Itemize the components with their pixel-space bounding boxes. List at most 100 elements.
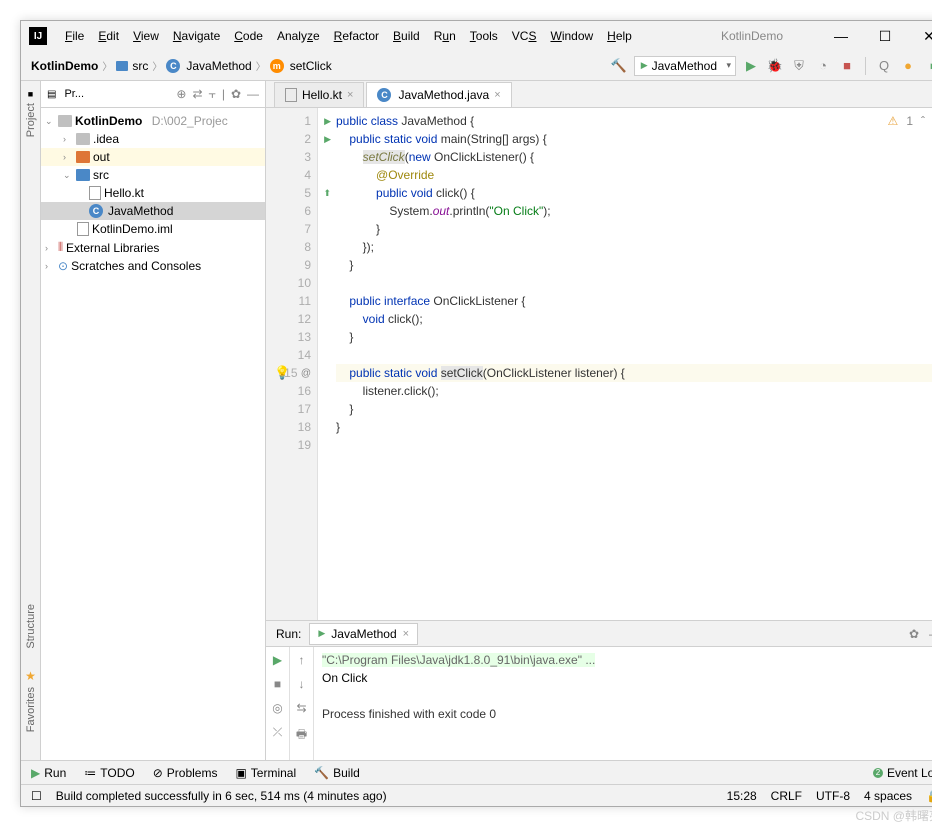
tab-terminal[interactable]: ▣Terminal <box>235 766 296 780</box>
code-editor[interactable]: public class JavaMethod { public static … <box>318 108 932 620</box>
menu-code[interactable]: Code <box>228 26 269 46</box>
run-config-label: JavaMethod <box>652 59 717 73</box>
tree-external[interactable]: ›⫴External Libraries <box>41 238 265 257</box>
tree-javamethod[interactable]: CJavaMethod <box>41 202 265 220</box>
close-icon[interactable]: × <box>347 89 353 101</box>
coverage-button[interactable]: ⛨ <box>790 57 808 75</box>
status-indent[interactable]: 4 spaces <box>864 789 912 803</box>
tab-run[interactable]: ▶Run <box>31 766 66 780</box>
collapse-icon[interactable]: ⫟ <box>209 87 216 102</box>
sync-icon[interactable]: ● <box>899 57 917 75</box>
tab-hello[interactable]: Hello.kt× <box>274 82 364 107</box>
tree-src[interactable]: ⌄src <box>41 166 265 184</box>
rail-structure[interactable]: Structure <box>25 604 37 649</box>
tree-root[interactable]: ⌄KotlinDemo D:\002_Projec <box>41 112 265 130</box>
app-icon: IJ <box>29 27 47 45</box>
tab-problems[interactable]: ⊘Problems <box>153 766 218 780</box>
bc-folder[interactable]: src <box>132 59 148 73</box>
bc-project[interactable]: KotlinDemo <box>31 59 98 73</box>
stop-button[interactable]: ■ <box>838 57 856 75</box>
menu-tools[interactable]: Tools <box>464 26 504 46</box>
run-gutter-icon[interactable]: ▶ <box>324 134 331 145</box>
watermark: CSDN @韩曙亮 <box>855 807 932 824</box>
run-config-dropdown[interactable]: ▶ JavaMethod <box>634 56 736 76</box>
override-icon[interactable]: ⬆ <box>323 188 331 199</box>
stop-button[interactable]: ■ <box>274 677 281 691</box>
wrap-icon[interactable]: ⇆ <box>296 701 306 715</box>
menu-build[interactable]: Build <box>387 26 426 46</box>
menu-navigate[interactable]: Navigate <box>167 26 226 46</box>
class-icon: C <box>166 59 180 73</box>
menu-vcs[interactable]: VCS <box>506 26 543 46</box>
project-tree: ⌄KotlinDemo D:\002_Projec ›.idea ›out ⌄s… <box>41 108 265 760</box>
tab-eventlog[interactable]: 2Event Log <box>873 766 932 780</box>
bottom-tool-tabs: ▶Run ≔TODO ⊘Problems ▣Terminal 🔨Build 2E… <box>21 760 932 784</box>
left-tool-rail: ■Project Structure ★Favorites <box>21 81 41 760</box>
tree-out[interactable]: ›out <box>41 148 265 166</box>
rerun-button[interactable]: ▶ <box>273 653 282 667</box>
console-output[interactable]: "C:\Program Files\Java\jdk1.8.0_91\bin\j… <box>314 647 932 760</box>
status-time: 15:28 <box>727 789 757 803</box>
hide-icon[interactable]: — <box>247 87 259 102</box>
menu-window[interactable]: Window <box>544 26 599 46</box>
maximize-button[interactable]: ☐ <box>871 26 899 46</box>
bc-method[interactable]: setClick <box>290 59 332 73</box>
chevron-up-icon[interactable]: ˆ <box>921 114 925 128</box>
menu-analyze[interactable]: Analyze <box>271 26 326 46</box>
rail-favorites[interactable]: ★Favorites <box>25 669 37 732</box>
lock-icon[interactable]: 🔒 <box>926 789 932 803</box>
nav-toolbar: KotlinDemo 〉 src 〉 C JavaMethod 〉 m setC… <box>21 51 932 81</box>
main-menu: File Edit View Navigate Code Analyze Ref… <box>59 26 638 46</box>
expand-icon[interactable]: ⇄ <box>192 87 202 102</box>
settings-icon[interactable]: ✿ <box>231 87 241 102</box>
tab-build[interactable]: 🔨Build <box>314 766 360 780</box>
gear-icon[interactable]: ✿ <box>909 627 919 641</box>
class-icon: C <box>89 204 103 218</box>
window-title: KotlinDemo <box>721 29 813 43</box>
dump-button[interactable]: ◎ <box>272 701 282 715</box>
status-line-ending[interactable]: CRLF <box>771 789 802 803</box>
gutter: 1▶ 2▶ 34 5⬆ 678 91011 121314 15 @ 161718… <box>266 108 318 620</box>
intention-bulb-icon[interactable]: 💡 <box>274 365 290 381</box>
kotlin-file-icon <box>285 88 297 102</box>
tree-iml[interactable]: KotlinDemo.iml <box>41 220 265 238</box>
close-icon[interactable]: × <box>403 628 409 640</box>
run-button[interactable]: ▶ <box>742 57 760 75</box>
menu-view[interactable]: View <box>127 26 165 46</box>
tab-todo[interactable]: ≔TODO <box>84 766 134 780</box>
status-encoding[interactable]: UTF-8 <box>816 789 850 803</box>
debug-button[interactable]: 🐞 <box>766 57 784 75</box>
exit-button[interactable]: ⤫ <box>273 725 283 740</box>
run-tab[interactable]: ▶JavaMethod× <box>309 623 418 645</box>
tree-scratches[interactable]: ›⊙Scratches and Consoles <box>41 257 265 275</box>
tree-idea[interactable]: ›.idea <box>41 130 265 148</box>
menu-help[interactable]: Help <box>601 26 638 46</box>
print-icon[interactable]: 🖶 <box>296 725 307 746</box>
profile-button[interactable]: ◔ <box>814 57 832 75</box>
menu-refactor[interactable]: Refactor <box>328 26 385 46</box>
menu-run[interactable]: Run <box>428 26 462 46</box>
bc-class[interactable]: JavaMethod <box>186 59 251 73</box>
ide-icon[interactable]: ◗ <box>923 57 932 75</box>
tab-javamethod[interactable]: CJavaMethod.java× <box>366 82 511 107</box>
status-toggle-icon[interactable]: ☐ <box>31 789 42 803</box>
minimize-button[interactable]: — <box>827 26 855 46</box>
down-icon[interactable]: ↓ <box>299 677 305 691</box>
search-icon[interactable]: Q <box>875 57 893 75</box>
kotlin-file-icon <box>89 186 101 200</box>
rail-project[interactable]: ■Project <box>25 89 37 137</box>
hammer-icon[interactable]: 🔨 <box>610 57 628 75</box>
editor-tabs: Hello.kt× CJavaMethod.java× <box>266 81 932 108</box>
tree-hello[interactable]: Hello.kt <box>41 184 265 202</box>
run-gutter-icon[interactable]: ▶ <box>324 116 331 127</box>
close-icon[interactable]: × <box>494 89 500 101</box>
select-opened-icon[interactable]: ⊕ <box>176 87 186 102</box>
status-bar: ☐ Build completed successfully in 6 sec,… <box>21 784 932 806</box>
status-message: Build completed successfully in 6 sec, 5… <box>56 789 387 803</box>
close-button[interactable]: ✕ <box>915 26 932 46</box>
inspection-widget[interactable]: ⚠1 ˆ ˇ <box>888 114 932 128</box>
menu-file[interactable]: File <box>59 26 90 46</box>
class-icon: C <box>377 88 391 102</box>
menu-edit[interactable]: Edit <box>92 26 125 46</box>
up-icon[interactable]: ↑ <box>299 653 305 667</box>
